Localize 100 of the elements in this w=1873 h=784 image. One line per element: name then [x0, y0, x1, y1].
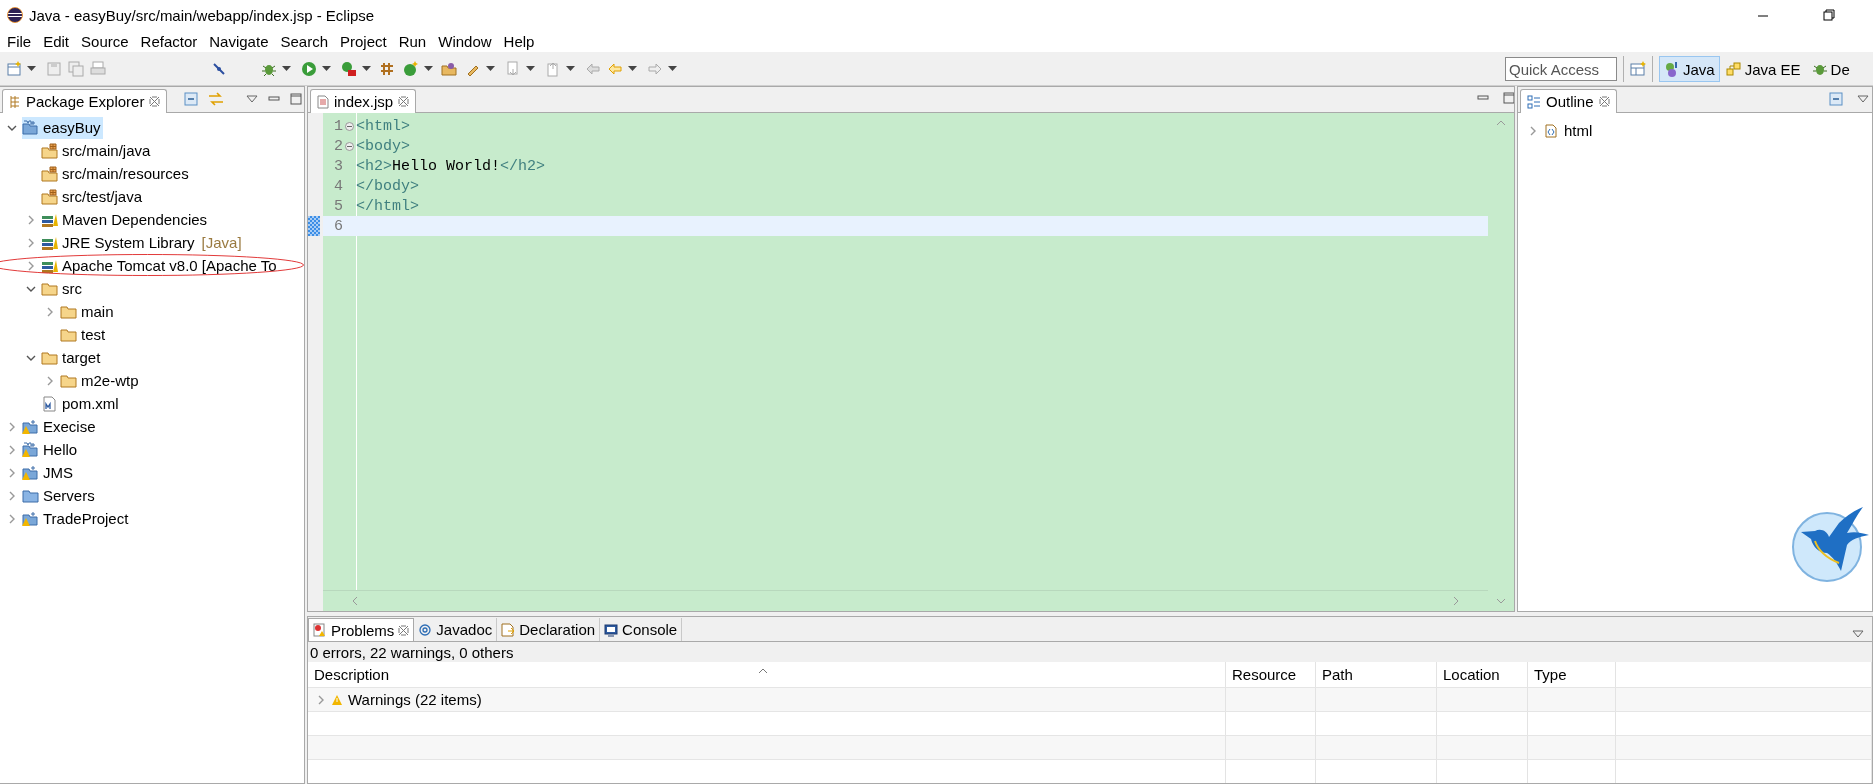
quick-access-field[interactable]: Quick Access: [1505, 57, 1617, 81]
restore-window-icon: [1823, 9, 1835, 21]
tree-item[interactable]: Hello: [22, 438, 80, 461]
perspective-button[interactable]: Java EE: [1720, 56, 1806, 82]
line-number: 3: [333, 157, 343, 175]
folder-icon: [60, 303, 78, 320]
tab-label: Declaration: [519, 621, 596, 638]
outline-icon: [1527, 94, 1541, 109]
save-icon: [46, 60, 62, 77]
maven-project-icon: [22, 119, 40, 136]
tree-item[interactable]: JMS: [22, 461, 75, 484]
column-header[interactable]: Path: [1322, 666, 1353, 683]
code-line: </body>: [356, 177, 419, 195]
collapse-all-icon: [184, 92, 198, 106]
outline-item[interactable]: html: [1544, 122, 1593, 139]
declaration-icon: [501, 622, 516, 637]
run-icon: [301, 60, 317, 77]
problems-icon: [313, 623, 327, 637]
menu-item[interactable]: Source: [75, 32, 135, 50]
code-line: <body>: [356, 137, 410, 155]
package-explorer-icon: [9, 94, 21, 109]
item-label: Execise: [43, 418, 96, 435]
next-annotation-icon: [505, 60, 521, 77]
line-number: 4: [333, 177, 343, 195]
menu-item[interactable]: Navigate: [203, 32, 275, 50]
java-ee-perspective-icon: [1725, 61, 1742, 77]
package-folder-icon: [41, 165, 59, 182]
close-icon: [1598, 96, 1610, 107]
item-label: src/main/resources: [62, 165, 189, 182]
caret-icon: [322, 65, 331, 72]
tree-item[interactable]: main: [60, 300, 116, 323]
menu-item[interactable]: Project: [334, 32, 393, 50]
tag-element-icon: [1544, 123, 1558, 138]
folder-icon: [22, 487, 40, 504]
decoration-label: [Java]: [201, 234, 242, 251]
column-header[interactable]: Resource: [1232, 666, 1297, 683]
caret-icon: [27, 65, 36, 72]
problems-summary: 0 errors, 22 warnings, 0 others: [308, 642, 1872, 662]
table-row[interactable]: Warnings (22 items): [308, 687, 1872, 711]
column-header[interactable]: Description: [314, 666, 390, 683]
tree-item[interactable]: JRE System Library [Java]: [41, 231, 244, 254]
line-number: 6: [333, 217, 343, 235]
tree-item[interactable]: target: [41, 346, 103, 369]
item-label: test: [81, 326, 106, 343]
menu-item[interactable]: Window: [432, 32, 498, 50]
item-label: Maven Dependencies: [62, 211, 208, 228]
menu-item[interactable]: Refactor: [134, 32, 204, 50]
view-tab[interactable]: Problems: [308, 618, 415, 641]
tree-item[interactable]: src/main/java: [41, 139, 153, 162]
caret-icon: [486, 65, 495, 72]
column-header[interactable]: Type: [1534, 666, 1567, 683]
menu-item[interactable]: Edit: [37, 32, 76, 50]
folder-icon: [41, 349, 59, 366]
editor-tab[interactable]: index.jsp: [310, 89, 417, 113]
menu-item[interactable]: File: [1, 32, 38, 50]
caret-icon: [424, 65, 433, 72]
at-sign-icon: [418, 622, 433, 637]
package-folder-icon: [41, 142, 59, 159]
view-menu-icon: [1852, 630, 1864, 638]
caret-icon: [526, 65, 535, 72]
tree-item[interactable]: src/main/resources: [41, 162, 191, 185]
item-label: target: [62, 349, 101, 366]
perspective-button[interactable]: De: [1806, 56, 1855, 82]
code-line: </html>: [356, 197, 419, 215]
warning-icon: [332, 694, 342, 705]
tree-item[interactable]: Execise: [22, 415, 98, 438]
tab-label: Outline: [1546, 93, 1594, 110]
menu-item[interactable]: Help: [497, 32, 541, 50]
tree-item[interactable]: easyBuy: [22, 116, 103, 139]
folder-icon: [41, 280, 59, 297]
menu-item[interactable]: Run: [392, 32, 433, 50]
item-label: JMS: [43, 464, 73, 481]
tab-label: Package Explorer: [26, 93, 145, 110]
tree-item[interactable]: m2e-wtp: [60, 369, 141, 392]
tree-item[interactable]: TradeProject: [22, 507, 131, 530]
tree-item[interactable]: pom.xml: [41, 392, 121, 415]
console-icon: [604, 622, 619, 637]
perspective-button[interactable]: Java: [1659, 56, 1720, 82]
menu-item[interactable]: Search: [274, 32, 334, 50]
close-icon: [398, 96, 410, 107]
caret-icon: [282, 65, 291, 72]
tab-label: Console: [622, 621, 678, 638]
item-label: src: [62, 280, 82, 297]
view-tab[interactable]: Outline: [1520, 89, 1617, 113]
grid-icon: [379, 60, 395, 77]
collapse-all-icon: [1829, 92, 1843, 106]
item-label: pom.xml: [62, 395, 119, 412]
line-number: 5: [333, 197, 343, 215]
maximize-icon: [290, 93, 302, 105]
tree-item[interactable]: src/test/java: [41, 185, 145, 208]
tree-item[interactable]: src: [41, 277, 84, 300]
caret-icon: [628, 65, 637, 72]
view-tab[interactable]: Package Explorer: [2, 89, 168, 113]
file-icon: [41, 395, 59, 412]
tree-item[interactable]: Maven Dependencies: [41, 208, 210, 231]
tree-item[interactable]: test: [60, 323, 108, 346]
column-header[interactable]: Location: [1443, 666, 1500, 683]
scroll-down-icon: [1496, 597, 1506, 605]
tree-item[interactable]: Servers: [22, 484, 97, 507]
scroll-left-icon: [351, 596, 359, 606]
